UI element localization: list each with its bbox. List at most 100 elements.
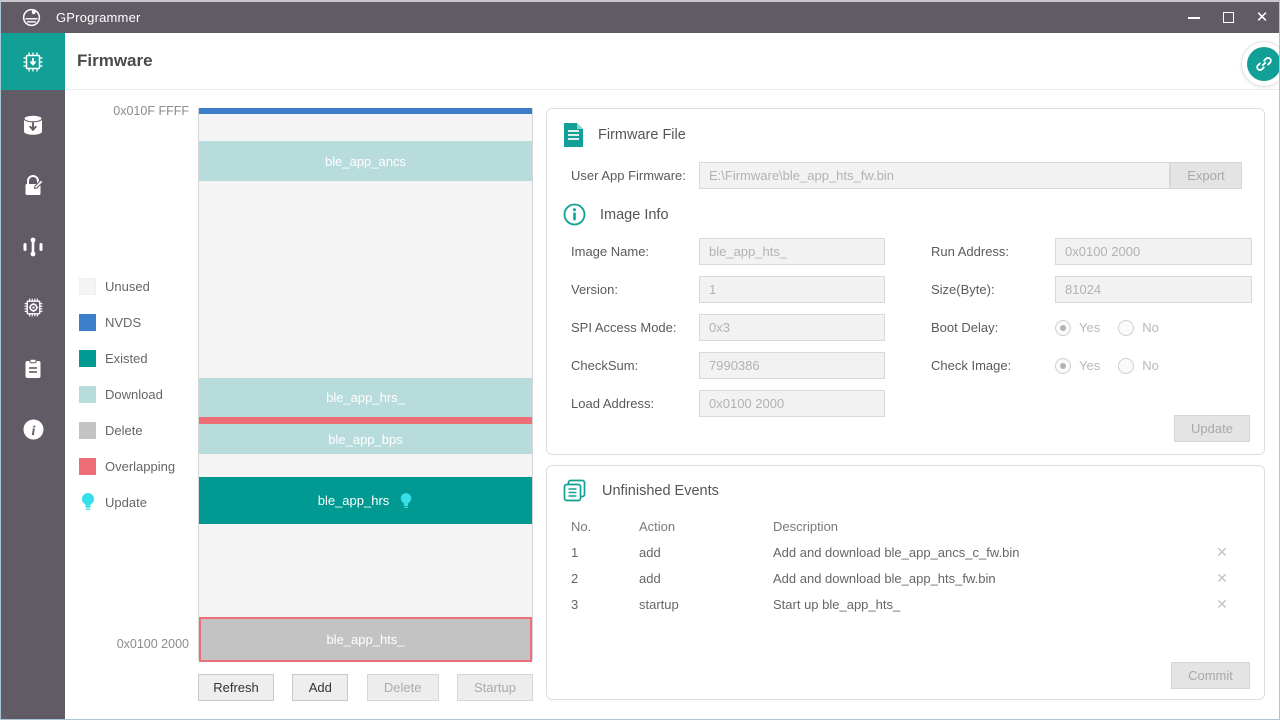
column-action: Action [639, 519, 773, 534]
add-button[interactable]: Add [292, 674, 348, 701]
overlapping-swatch [79, 458, 96, 475]
update-button[interactable]: Update [1174, 415, 1250, 442]
load-address-input[interactable] [699, 390, 885, 417]
boot-delay-no-radio[interactable] [1118, 320, 1134, 336]
connect-button[interactable] [1241, 41, 1280, 87]
memory-block-ble-app-ancs[interactable]: ble_app_ancs [199, 141, 532, 181]
legend-item-delete: Delete [79, 412, 175, 448]
nvds-swatch [79, 314, 96, 331]
run-address-label: Run Address: [931, 244, 1055, 259]
minimize-button[interactable] [1177, 2, 1211, 33]
remove-event-icon[interactable]: ✕ [1207, 544, 1237, 561]
remove-event-icon[interactable]: ✕ [1207, 596, 1237, 613]
boot-delay-yes-radio[interactable] [1055, 320, 1071, 336]
maximize-icon [1223, 12, 1234, 23]
page-title: Firmware [77, 51, 153, 71]
memory-block-ble-app-bps[interactable]: ble_app_bps [199, 424, 532, 454]
firmware-file-title: Firmware File [598, 127, 686, 143]
sidebar-item-firmware[interactable] [1, 33, 65, 90]
close-icon: ✕ [1256, 10, 1269, 25]
check-image-yes-radio[interactable] [1055, 358, 1071, 374]
version-input[interactable] [699, 276, 885, 303]
user-app-firmware-label: User App Firmware: [571, 168, 699, 183]
titlebar: GProgrammer ✕ [1, 2, 1279, 33]
column-description: Description [773, 519, 1207, 534]
check-image-no-radio[interactable] [1118, 358, 1134, 374]
image-info-title: Image Info [600, 207, 669, 223]
encrypt-sign-lock-icon [20, 173, 46, 199]
close-button[interactable]: ✕ [1245, 2, 1279, 33]
refresh-button[interactable]: Refresh [198, 674, 274, 701]
run-address-input[interactable] [1055, 238, 1252, 265]
memory-map-column: ble_app_ancs ble_app_hrs_ ble_app_bps bl… [198, 108, 533, 660]
memory-top-address: 0x010F FFFF [65, 104, 189, 118]
memory-block-overlapping [199, 417, 532, 424]
size-byte-label: Size(Byte): [931, 282, 1055, 297]
delete-button[interactable]: Delete [367, 674, 439, 701]
image-name-input[interactable] [699, 238, 885, 265]
boot-delay-radio-group: Yes No [1055, 320, 1252, 336]
sidebar-item-chip-config[interactable] [1, 277, 65, 338]
commit-button[interactable]: Commit [1171, 662, 1250, 689]
legend-item-overlapping: Overlapping [79, 448, 175, 484]
sidebar-item-flash[interactable] [1, 94, 65, 155]
minimize-icon [1188, 17, 1200, 19]
export-button[interactable]: Export [1170, 162, 1242, 189]
download-swatch [79, 386, 96, 403]
maximize-button[interactable] [1211, 2, 1245, 33]
link-icon [1254, 54, 1274, 74]
check-image-radio-group: Yes No [1055, 358, 1252, 374]
memory-block-ble-app-hrs[interactable]: ble_app_hrs [199, 477, 532, 524]
app-window: GProgrammer ✕ [0, 0, 1280, 720]
checksum-input[interactable] [699, 352, 885, 379]
sidebar-item-about[interactable]: i [1, 399, 65, 460]
firmware-chip-download-icon [19, 48, 47, 76]
memory-block-ble-app-hrs_[interactable]: ble_app_hrs_ [199, 378, 532, 417]
goodix-logo-icon [21, 7, 42, 28]
efuse-icon [20, 234, 46, 260]
memory-bottom-address: 0x0100 2000 [65, 637, 189, 651]
memory-block-nvds[interactable] [199, 108, 532, 114]
load-address-label: Load Address: [571, 396, 699, 411]
flash-storage-icon [20, 112, 46, 138]
image-name-label: Image Name: [571, 244, 699, 259]
existed-swatch [79, 350, 96, 367]
unused-swatch [79, 278, 96, 295]
page-header: Firmware [65, 33, 1279, 90]
checksum-label: CheckSum: [571, 358, 699, 373]
memory-legend: Unused NVDS Existed Download [79, 268, 175, 520]
sidebar-item-encrypt-sign[interactable] [1, 155, 65, 216]
sidebar: i [1, 33, 65, 720]
boot-delay-label: Boot Delay: [931, 320, 1055, 335]
unfinished-events-panel: Unfinished Events No. Action Description… [546, 465, 1265, 700]
legend-item-update: Update [79, 484, 175, 520]
startup-button[interactable]: Startup [457, 674, 533, 701]
chip-config-icon [20, 294, 47, 321]
sidebar-item-log[interactable] [1, 338, 65, 399]
about-info-icon: i [21, 417, 46, 442]
events-table: No. Action Description 1 add Add and dow… [571, 513, 1264, 617]
unfinished-events-icon [563, 479, 588, 503]
spi-access-mode-input[interactable] [699, 314, 885, 341]
firmware-file-icon [563, 122, 584, 148]
memory-block-ble-app-hts_[interactable]: ble_app_hts_ [199, 617, 532, 662]
image-info-icon [563, 203, 586, 226]
legend-item-unused: Unused [79, 268, 175, 304]
unfinished-events-title: Unfinished Events [602, 483, 719, 499]
spi-access-mode-label: SPI Access Mode: [571, 320, 699, 335]
firmware-file-panel: Firmware File User App Firmware: Export [546, 108, 1265, 455]
event-row-1: 1 add Add and download ble_app_ancs_c_fw… [571, 539, 1264, 565]
delete-swatch [79, 422, 96, 439]
legend-item-nvds: NVDS [79, 304, 175, 340]
check-image-label: Check Image: [931, 358, 1055, 373]
size-byte-input[interactable] [1055, 276, 1252, 303]
memory-toolbar: Refresh Add Delete Startup [198, 674, 533, 701]
event-row-3: 3 startup Start up ble_app_hts_ ✕ [571, 591, 1264, 617]
window-title: GProgrammer [56, 10, 141, 25]
legend-item-existed: Existed [79, 340, 175, 376]
firmware-page-content: 0x010F FFFF 0x0100 2000 Unused NVDS Exis… [65, 90, 1279, 720]
remove-event-icon[interactable]: ✕ [1207, 570, 1237, 587]
user-app-firmware-input[interactable] [699, 162, 1170, 189]
event-row-2: 2 add Add and download ble_app_hts_fw.bi… [571, 565, 1264, 591]
sidebar-item-efuse[interactable] [1, 216, 65, 277]
